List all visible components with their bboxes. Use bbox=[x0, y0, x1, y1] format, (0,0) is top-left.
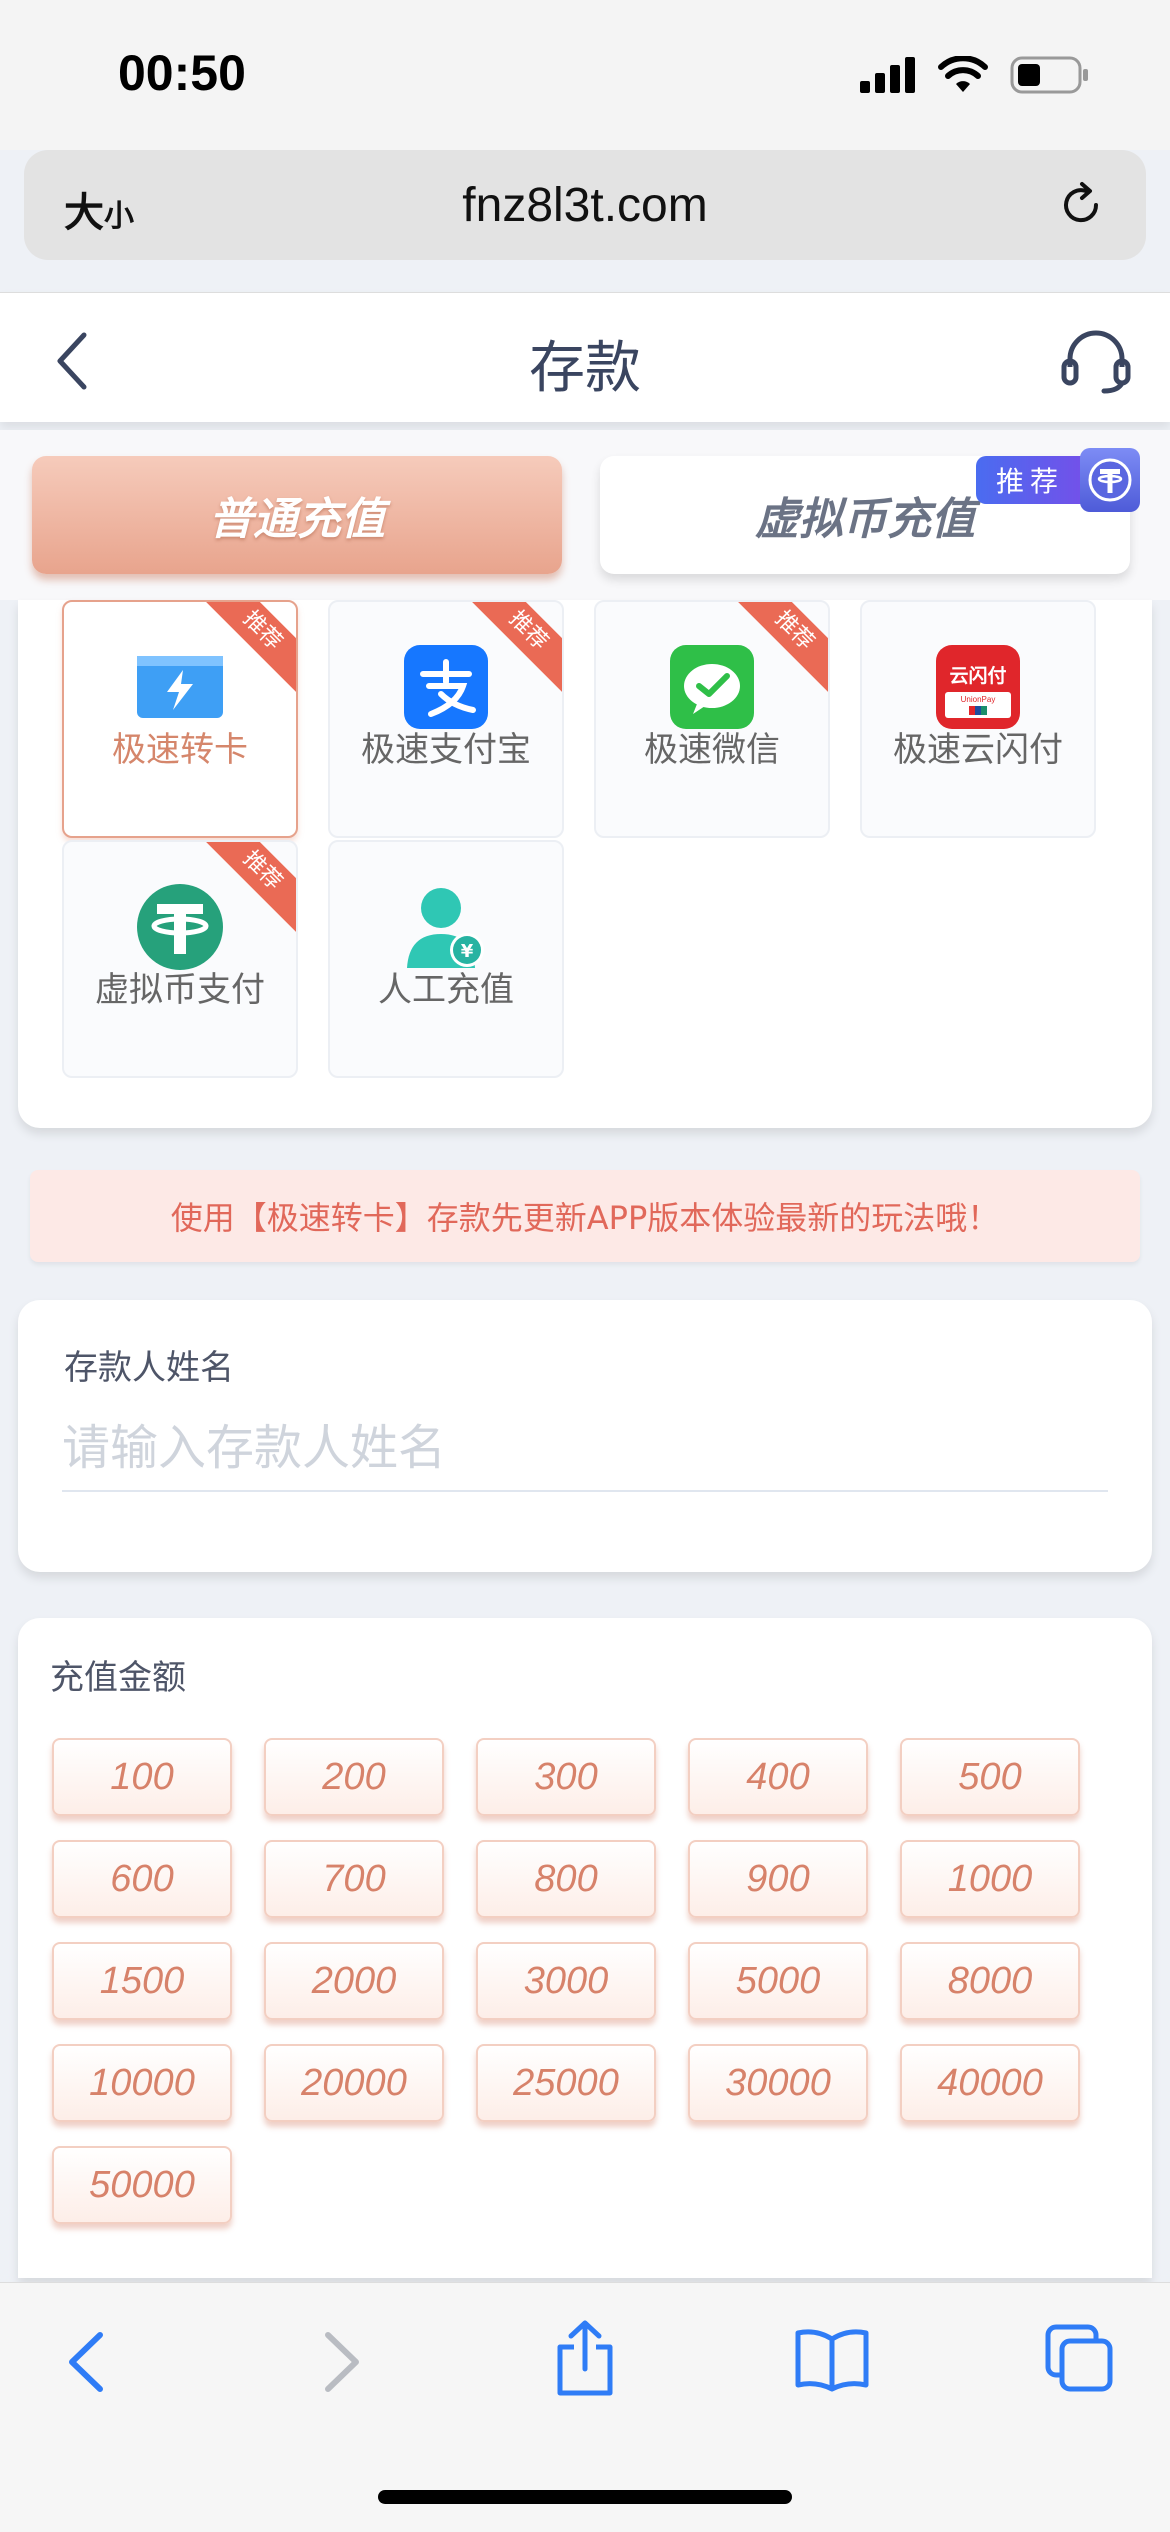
reload-icon[interactable] bbox=[1056, 180, 1106, 230]
bank-card-icon bbox=[137, 656, 223, 718]
recharge-amount-card: 充值金额 100 200 300 400 500 600 700 800 900… bbox=[18, 1618, 1152, 2278]
method-manual-recharge[interactable]: ¥ 人工充值 bbox=[328, 840, 564, 1078]
share-icon[interactable] bbox=[552, 2319, 618, 2397]
method-label: 极速云闪付 bbox=[893, 730, 1063, 770]
amount-option[interactable]: 10000 bbox=[52, 2044, 232, 2122]
amount-option[interactable]: 40000 bbox=[900, 2044, 1080, 2122]
tab-crypto-label: 虚拟币充值 bbox=[755, 494, 975, 545]
tether-icon bbox=[1080, 448, 1140, 512]
amount-option[interactable]: 800 bbox=[476, 1840, 656, 1918]
amount-options: 100 200 300 400 500 600 700 800 900 1000… bbox=[52, 1738, 1112, 2224]
home-indicator bbox=[378, 2490, 792, 2504]
method-crypto-pay[interactable]: 推荐 虚拟币支付 bbox=[62, 840, 298, 1078]
tabs-icon[interactable] bbox=[1044, 2323, 1114, 2393]
amount-option[interactable]: 25000 bbox=[476, 2044, 656, 2122]
amount-option[interactable]: 300 bbox=[476, 1738, 656, 1816]
status-icons bbox=[860, 56, 1090, 94]
wifi-icon bbox=[938, 56, 988, 92]
alipay-icon bbox=[404, 645, 488, 729]
browser-back-icon[interactable] bbox=[62, 2327, 112, 2397]
amount-option[interactable]: 100 bbox=[52, 1738, 232, 1816]
amount-option[interactable]: 8000 bbox=[900, 1942, 1080, 2020]
unionpay-logo-subtext: UnionPay bbox=[961, 695, 996, 704]
method-label: 极速支付宝 bbox=[361, 730, 531, 770]
amount-option[interactable]: 400 bbox=[688, 1738, 868, 1816]
method-fast-wechat[interactable]: 推荐 极速微信 bbox=[594, 600, 830, 838]
amount-option[interactable]: 50000 bbox=[52, 2146, 232, 2224]
tether-icon bbox=[137, 884, 223, 970]
payment-method-panel: 推荐 极速转卡 推荐 极速支付宝 推荐 极速微信 云闪付 UnionPay 极速… bbox=[18, 600, 1152, 1128]
amount-option[interactable]: 3000 bbox=[476, 1942, 656, 2020]
depositor-name-card: 存款人姓名 bbox=[18, 1300, 1152, 1572]
method-label: 极速微信 bbox=[644, 730, 780, 770]
customer-service-icon[interactable] bbox=[1060, 327, 1132, 395]
agent-icon: ¥ bbox=[407, 888, 484, 968]
method-label: 人工充值 bbox=[378, 970, 514, 1010]
unionpay-icon: 云闪付 UnionPay bbox=[936, 645, 1020, 729]
method-fast-transfer[interactable]: 推荐 极速转卡 bbox=[62, 600, 298, 838]
amount-option[interactable]: 900 bbox=[688, 1840, 868, 1918]
amount-option[interactable]: 2000 bbox=[264, 1942, 444, 2020]
amount-option[interactable]: 600 bbox=[52, 1840, 232, 1918]
tab-normal-label: 普通充值 bbox=[209, 494, 385, 545]
amount-label: 充值金额 bbox=[50, 1658, 186, 1698]
amount-option[interactable]: 20000 bbox=[264, 2044, 444, 2122]
depositor-name-label: 存款人姓名 bbox=[64, 1348, 234, 1388]
tab-normal-recharge[interactable]: 普通充值 bbox=[32, 456, 562, 574]
amount-option[interactable]: 500 bbox=[900, 1738, 1080, 1816]
browser-forward-icon[interactable] bbox=[316, 2327, 366, 2397]
amount-option[interactable]: 1000 bbox=[900, 1840, 1080, 1918]
amount-option[interactable]: 200 bbox=[264, 1738, 444, 1816]
depositor-name-input[interactable] bbox=[62, 1406, 1108, 1492]
tab-crypto-recharge[interactable]: 虚拟币充值 推荐 bbox=[600, 448, 1140, 574]
battery-icon bbox=[1010, 56, 1088, 94]
page-header: 存款 bbox=[0, 292, 1170, 422]
amount-option[interactable]: 5000 bbox=[688, 1942, 868, 2020]
method-label: 极速转卡 bbox=[112, 730, 248, 770]
recharge-type-tabs: 普通充值 虚拟币充值 推荐 bbox=[0, 430, 1170, 600]
amount-option[interactable]: 30000 bbox=[688, 2044, 868, 2122]
status-bar: 00:50 bbox=[0, 0, 1170, 150]
url-text[interactable]: fnz8l3t.com bbox=[24, 178, 1146, 233]
amount-option[interactable]: 1500 bbox=[52, 1942, 232, 2020]
method-label: 虚拟币支付 bbox=[95, 970, 265, 1010]
page-title: 存款 bbox=[529, 336, 641, 401]
wechat-icon bbox=[670, 645, 754, 729]
unionpay-logo-text: 云闪付 bbox=[949, 664, 1006, 687]
method-fast-alipay[interactable]: 推荐 极速支付宝 bbox=[328, 600, 564, 838]
recommend-badge: 推荐 bbox=[975, 448, 1140, 512]
notice-banner: 使用【极速转卡】存款先更新APP版本体验最新的玩法哦！ bbox=[30, 1170, 1140, 1262]
bookmarks-icon[interactable] bbox=[794, 2327, 870, 2393]
status-time: 00:50 bbox=[118, 45, 246, 101]
amount-option[interactable]: 700 bbox=[264, 1840, 444, 1918]
svg-text:¥: ¥ bbox=[461, 941, 474, 962]
method-fast-unionpay[interactable]: 云闪付 UnionPay 极速云闪付 bbox=[860, 600, 1096, 838]
browser-address-bar[interactable]: 大小 fnz8l3t.com bbox=[24, 150, 1146, 260]
cellular-signal-icon bbox=[860, 57, 915, 93]
